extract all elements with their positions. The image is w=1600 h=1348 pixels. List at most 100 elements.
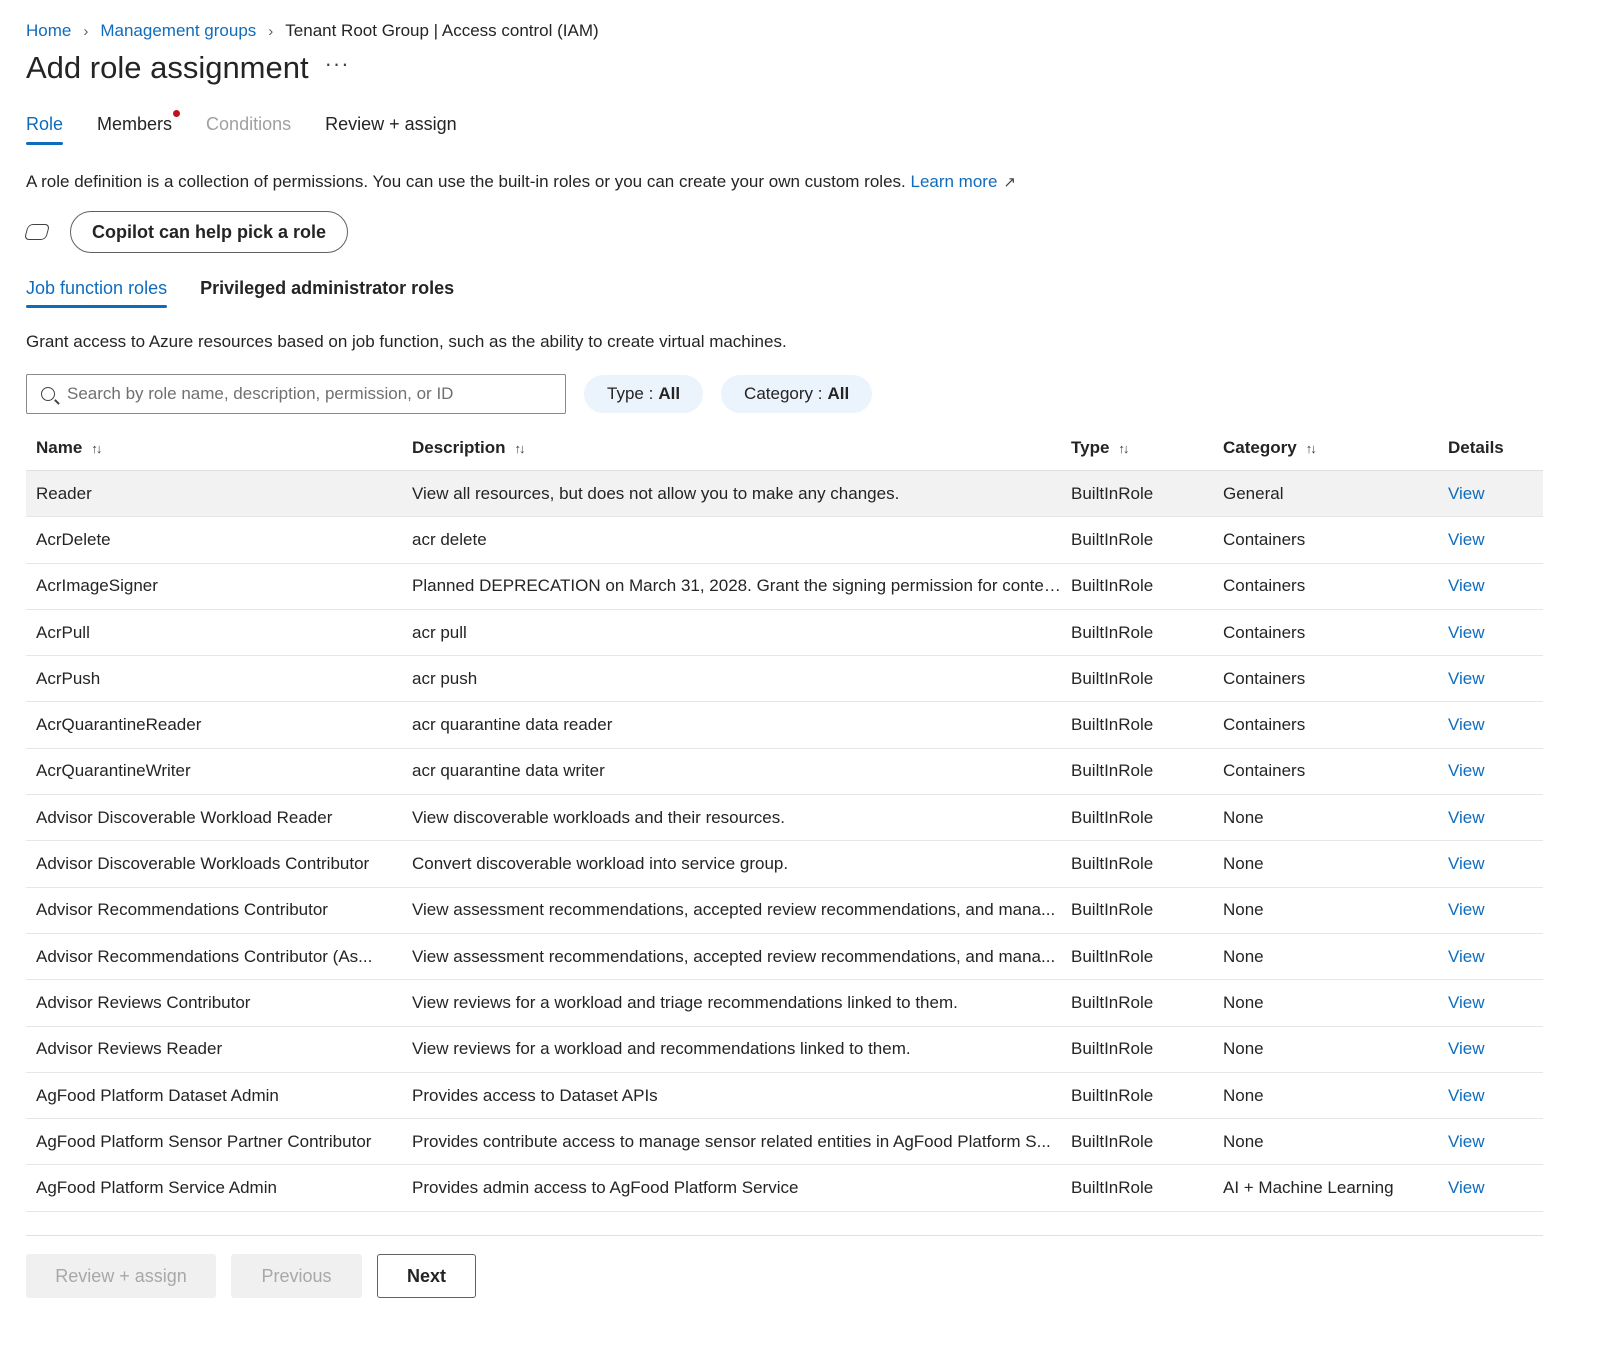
sort-icon[interactable]: ↑↓ [1306,441,1317,456]
required-dot-icon [173,110,181,117]
type-filter-pill[interactable]: Type : All [584,375,704,413]
table-row[interactable]: AcrPull acr pull BuiltInRole Containers … [26,610,1543,657]
footer-divider [26,1235,1543,1236]
table-row[interactable]: Advisor Recommendations Contributor (As.… [26,934,1543,981]
view-details-link[interactable]: View [1448,715,1485,734]
learn-more-label: Learn more [910,172,998,191]
table-row[interactable]: AcrDelete acr delete BuiltInRole Contain… [26,517,1543,564]
sort-icon[interactable]: ↑↓ [1118,441,1129,456]
role-category: None [1223,854,1264,874]
role-category: None [1223,1085,1264,1105]
table-row[interactable]: Advisor Discoverable Workloads Contribut… [26,841,1543,888]
role-category: Containers [1223,622,1306,642]
role-type: BuiltInRole [1071,900,1154,920]
table-row[interactable]: Advisor Discoverable Workload Reader Vie… [26,795,1543,842]
type-filter-value: All [658,384,681,403]
table-row[interactable]: AgFood Platform Service Admin Provides a… [26,1165,1543,1212]
breadcrumb-separator: › [268,22,274,40]
tab-job-function-roles[interactable]: Job function roles [26,278,168,308]
breadcrumb-separator: › [83,22,89,40]
view-details-link[interactable]: View [1448,761,1485,780]
role-name: Advisor Discoverable Workload Reader [36,807,333,827]
more-options-button[interactable]: ··· [325,53,350,75]
view-details-link[interactable]: View [1448,484,1485,503]
role-name: AgFood Platform Sensor Partner Contribut… [36,1131,372,1151]
grant-description: Grant access to Azure resources based on… [26,332,787,351]
column-header-type[interactable]: Type ↑↓ [1071,438,1223,458]
tab-conditions-label: Conditions [206,114,292,134]
role-category: Containers [1223,715,1306,735]
role-description: acr pull [412,622,467,642]
role-description: acr delete [412,529,487,549]
search-box [26,374,566,414]
view-details-link[interactable]: View [1448,1039,1485,1058]
previous-button: Previous [231,1254,362,1298]
role-description: View assessment recommendations, accepte… [412,900,1056,920]
table-row[interactable]: Advisor Reviews Reader View reviews for … [26,1027,1543,1073]
tab-members-label: Members [97,114,173,134]
view-details-link[interactable]: View [1448,854,1485,873]
table-row[interactable]: AcrPush acr push BuiltInRole Containers … [26,656,1543,703]
tab-members[interactable]: Members [97,110,181,145]
category-filter-pill[interactable]: Category : All [721,375,873,413]
view-details-link[interactable]: View [1448,576,1485,595]
role-name: Reader [36,483,92,503]
role-name: AgFood Platform Dataset Admin [36,1085,279,1105]
learn-more-link[interactable]: Learn more ↗ [910,172,1016,191]
view-details-link[interactable]: View [1448,1086,1485,1105]
table-row[interactable]: AcrImageSigner Planned DEPRECATION on Ma… [26,564,1543,610]
table-row[interactable]: Reader View all resources, but does not … [26,471,1543,518]
role-type: BuiltInRole [1071,807,1154,827]
column-header-name[interactable]: Name ↑↓ [26,438,412,458]
view-details-link[interactable]: View [1448,1178,1485,1197]
breadcrumb: Home › Management groups › Tenant Root G… [26,21,599,41]
role-type: BuiltInRole [1071,1131,1154,1151]
role-description-text: A role definition is a collection of per… [26,172,906,191]
role-type: BuiltInRole [1071,1085,1154,1105]
tab-privileged-administrator-roles[interactable]: Privileged administrator roles [200,278,454,308]
view-details-link[interactable]: View [1448,947,1485,966]
column-header-category[interactable]: Category ↑↓ [1223,438,1448,458]
role-type: BuiltInRole [1071,1039,1154,1059]
breadcrumb-home-link[interactable]: Home [26,21,71,41]
role-description: Provides contribute access to manage sen… [412,1131,1051,1151]
page-title: Add role assignment [26,50,309,85]
view-details-link[interactable]: View [1448,808,1485,827]
copilot-help-button[interactable]: Copilot can help pick a role [70,211,349,253]
column-header-details: Details [1448,437,1504,457]
role-description: View all resources, but does not allow y… [412,483,900,503]
view-details-link[interactable]: View [1448,530,1485,549]
table-row[interactable]: AgFood Platform Dataset Admin Provides a… [26,1073,1543,1120]
role-category: None [1223,1039,1264,1059]
tab-review-assign[interactable]: Review + assign [325,114,457,145]
table-row[interactable]: Advisor Recommendations Contributor View… [26,888,1543,934]
role-name: Advisor Reviews Contributor [36,992,251,1012]
view-details-link[interactable]: View [1448,669,1485,688]
view-details-link[interactable]: View [1448,900,1485,919]
breadcrumb-management-groups-link[interactable]: Management groups [100,21,256,41]
column-header-description[interactable]: Description ↑↓ [412,438,1071,458]
table-row[interactable]: Advisor Reviews Contributor View reviews… [26,980,1543,1027]
role-category: Containers [1223,576,1306,596]
search-input[interactable] [67,384,557,404]
table-row[interactable]: AcrQuarantineWriter acr quarantine data … [26,749,1543,796]
breadcrumb-current: Tenant Root Group | Access control (IAM) [285,21,599,40]
table-row[interactable]: AcrQuarantineReader acr quarantine data … [26,702,1543,749]
review-assign-button: Review + assign [26,1254,216,1298]
type-filter-label: Type : [607,384,654,403]
table-row[interactable]: AgFood Platform Sensor Partner Contribut… [26,1119,1543,1166]
next-button[interactable]: Next [377,1254,476,1298]
sort-icon[interactable]: ↑↓ [515,441,526,456]
role-name: AcrQuarantineReader [36,715,202,735]
tab-role[interactable]: Role [26,114,64,145]
role-description: View discoverable workloads and their re… [412,807,785,827]
role-type: BuiltInRole [1071,622,1154,642]
title-row: Add role assignment ··· [26,50,350,86]
sort-icon[interactable]: ↑↓ [91,441,102,456]
role-category: Containers [1223,668,1306,688]
view-details-link[interactable]: View [1448,1132,1485,1151]
view-details-link[interactable]: View [1448,993,1485,1012]
role-name: Advisor Discoverable Workloads Contribut… [36,854,370,874]
view-details-link[interactable]: View [1448,623,1485,642]
column-header-type-label: Type [1071,437,1110,457]
